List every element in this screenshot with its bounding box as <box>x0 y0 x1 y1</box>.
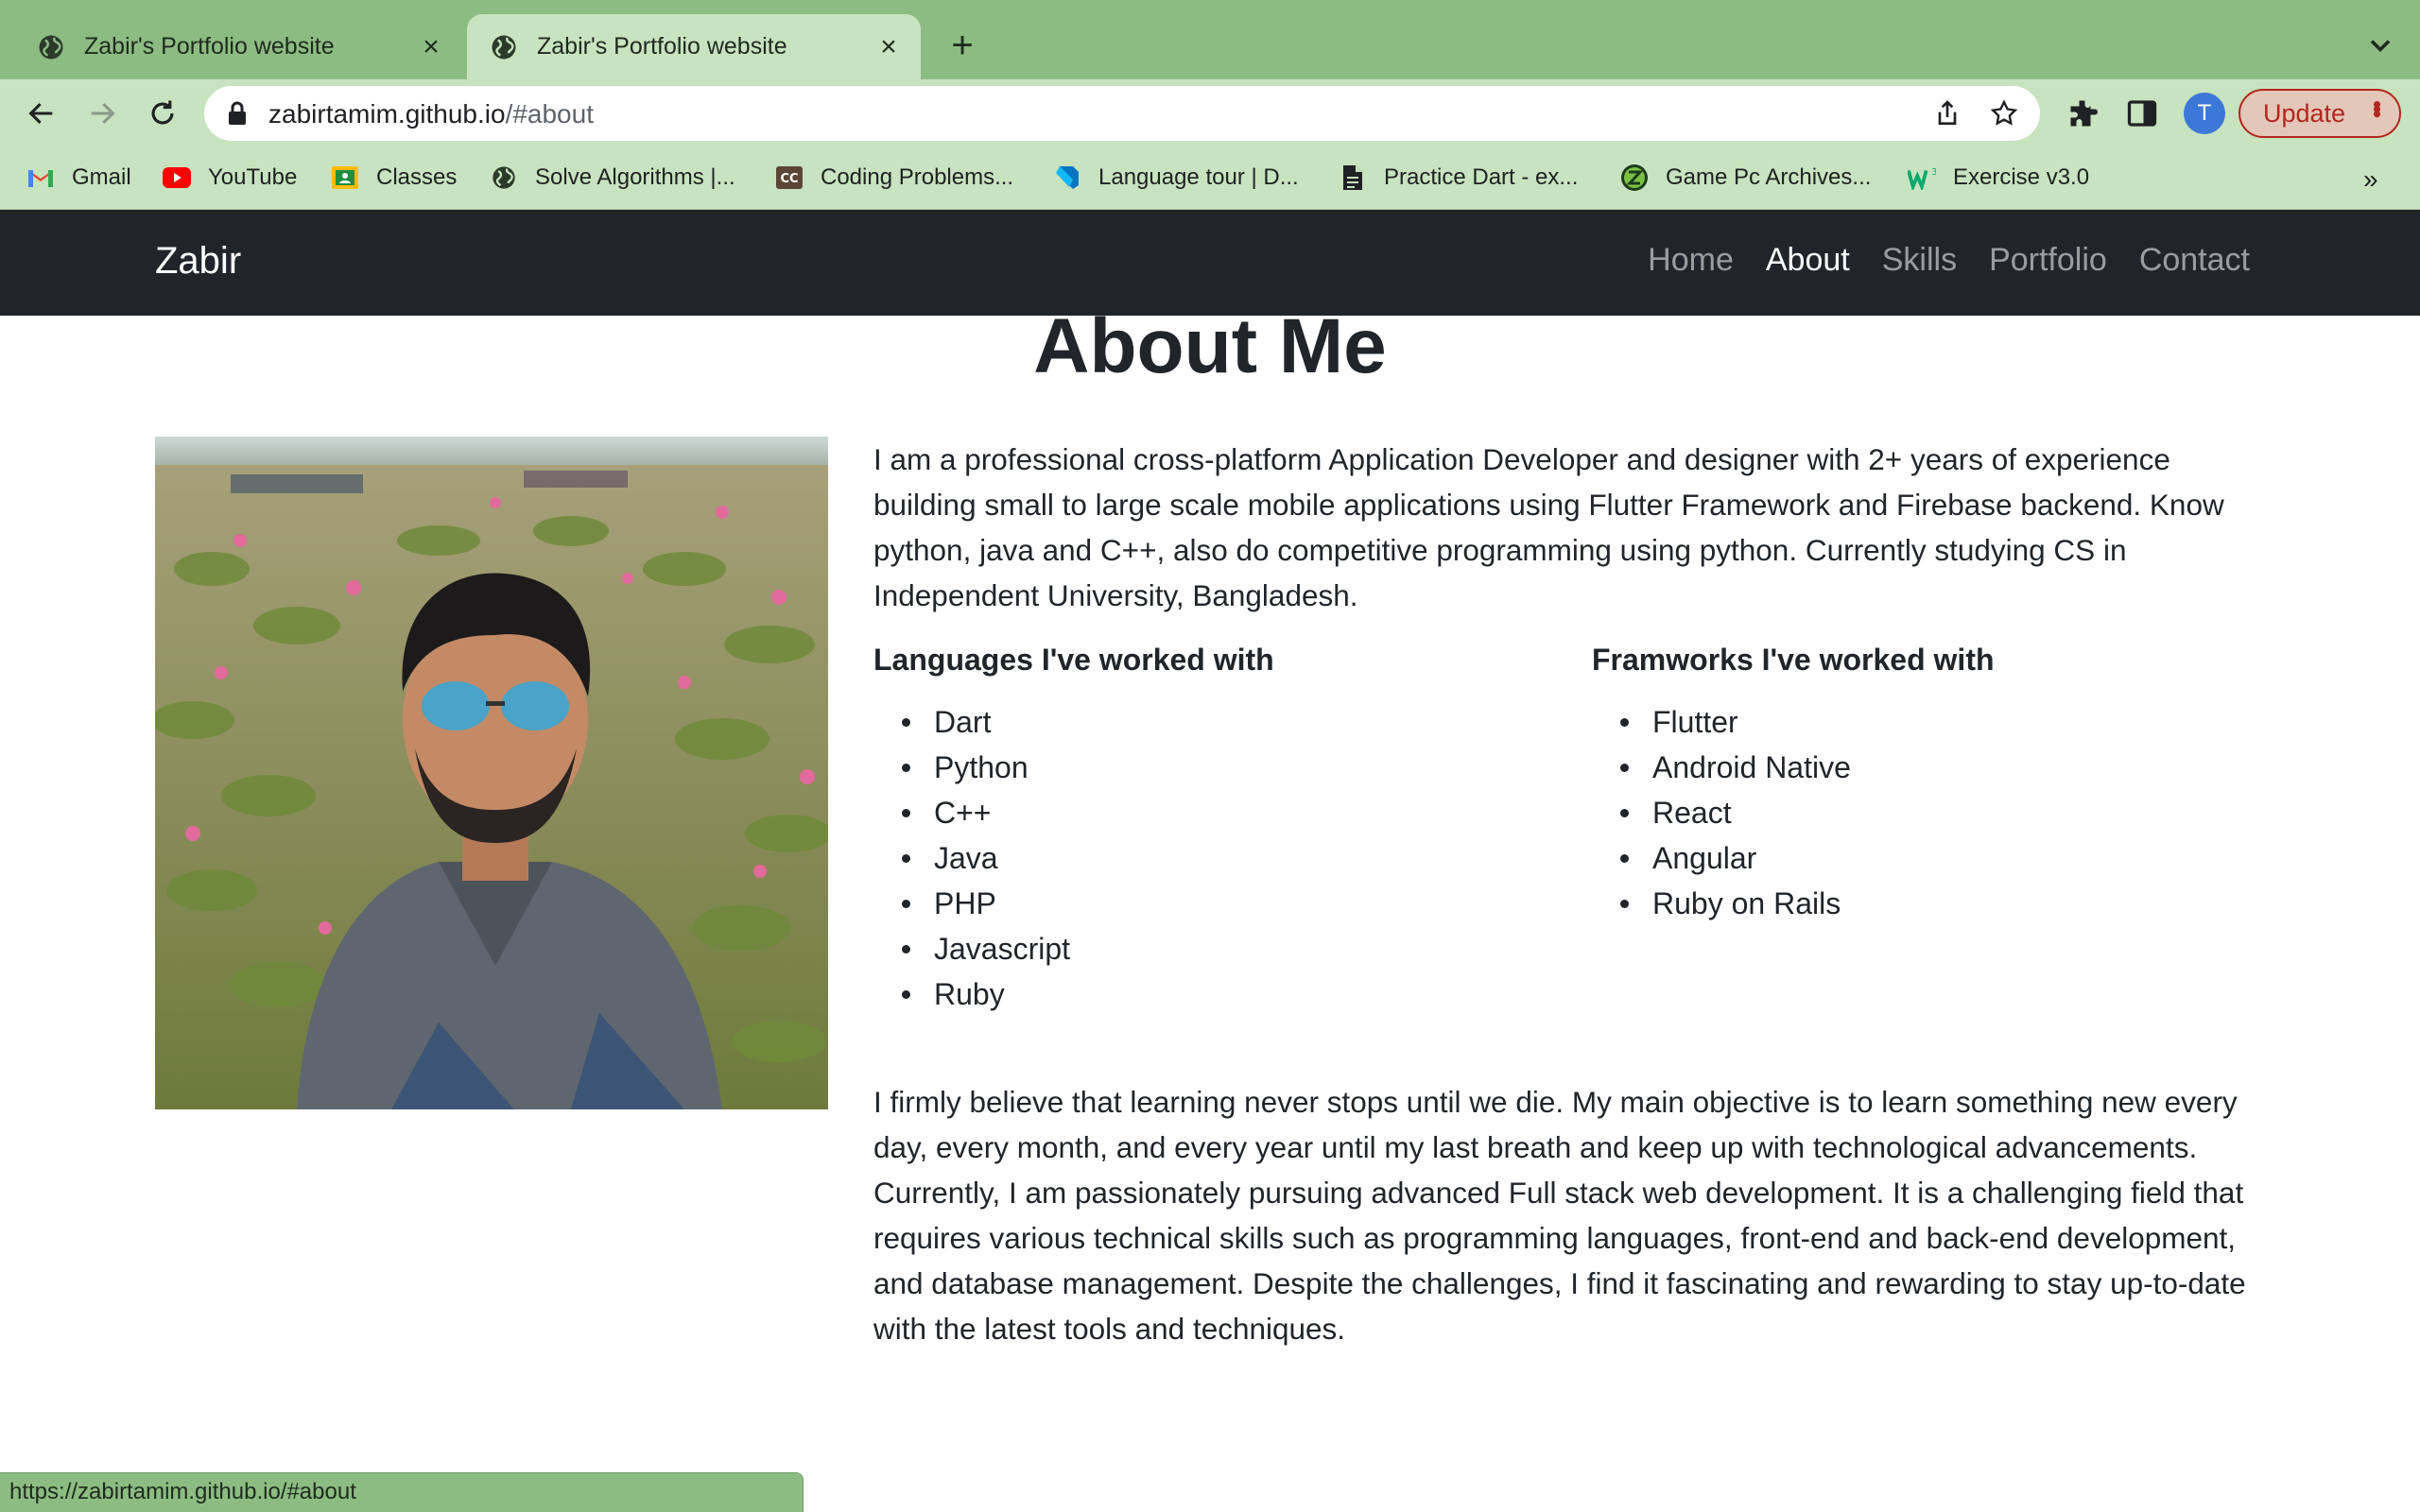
tab-title: Zabir's Portfolio website <box>537 33 787 60</box>
list-item: Flutter <box>1592 699 1851 745</box>
bookmark-label: Exercise v3.0 <box>1953 164 2090 190</box>
page-title: About Me <box>1033 303 1387 389</box>
globe-icon <box>490 163 518 192</box>
list-item: Ruby on Rails <box>1592 881 1851 926</box>
more-menu-icon[interactable]: ••• <box>2363 100 2392 114</box>
bookmark-classes[interactable]: Classes <box>331 161 457 195</box>
side-panel-icon[interactable] <box>2125 96 2159 130</box>
list-item: PHP <box>873 881 1070 926</box>
bookmark-coding-problems[interactable]: CC Coding Problems... <box>775 161 1013 195</box>
bookmark-game-pc-archives[interactable]: Game Pc Archives... <box>1620 161 1871 195</box>
globe-icon <box>492 35 516 59</box>
nav-link-contact[interactable]: Contact <box>2139 242 2250 279</box>
profile-photo <box>155 437 828 1109</box>
bookmark-gmail[interactable]: Gmail <box>26 161 131 195</box>
bookmark-practice-dart[interactable]: Practice Dart - ex... <box>1339 161 1578 195</box>
arrow-left-icon <box>28 102 53 125</box>
arrow-right-icon <box>91 102 115 125</box>
url-text: zabirtamim.github.io/#about <box>268 99 594 129</box>
bookmark-label: YouTube <box>208 164 298 190</box>
nav-link-portfolio[interactable]: Portfolio <box>1989 242 2107 279</box>
bookmark-exercise[interactable]: 3 Exercise v3.0 <box>1908 161 2089 195</box>
navbar-brand[interactable]: Zabir <box>155 240 241 283</box>
address-bar[interactable]: zabirtamim.github.io/#about <box>204 86 2040 141</box>
bookmark-language-tour[interactable]: Language tour | D... <box>1053 161 1299 195</box>
lock-icon <box>229 101 246 125</box>
list-item: Javascript <box>873 926 1070 971</box>
list-item: Ruby <box>873 971 1070 1017</box>
dart-icon <box>1053 163 1081 192</box>
languages-list: Dart Python C++ Java PHP Javascript Ruby <box>873 699 1070 1017</box>
nav-link-home[interactable]: Home <box>1648 242 1734 279</box>
bookmarks-bar: Gmail YouTube Classes Solve Algorithms |… <box>0 147 2420 210</box>
update-label: Update <box>2263 98 2346 128</box>
nav-link-about[interactable]: About <box>1766 242 1850 279</box>
classes-icon <box>331 163 359 192</box>
nav-link-skills[interactable]: Skills <box>1882 242 1957 279</box>
languages-title: Languages I've worked with <box>873 643 1274 677</box>
profile-avatar[interactable]: T <box>2184 93 2225 134</box>
extensions-icon[interactable] <box>2066 96 2100 130</box>
frameworks-list: Flutter Android Native React Angular Rub… <box>1592 699 1851 926</box>
navbar-links: Home About Skills Portfolio Contact <box>1648 242 2250 279</box>
gmail-icon <box>26 163 55 192</box>
document-icon <box>1339 163 1367 192</box>
tab-title: Zabir's Portfolio website <box>84 33 335 60</box>
share-icon[interactable] <box>1932 98 1962 129</box>
youtube-icon <box>163 163 191 192</box>
reload-button[interactable] <box>144 94 182 132</box>
tab-1[interactable]: Zabir's Portfolio website × <box>0 14 463 79</box>
chevron-down-icon[interactable] <box>2363 28 2397 62</box>
w3-icon: 3 <box>1908 163 1936 192</box>
z-logo-icon <box>1620 163 1649 192</box>
list-item: Android Native <box>1592 745 1851 790</box>
list-item: Python <box>873 745 1070 790</box>
tab-strip: Zabir's Portfolio website × Zabir's Port… <box>0 0 2420 79</box>
close-tab-icon[interactable]: × <box>412 28 450 66</box>
site-navbar: Zabir Home About Skills Portfolio Contac… <box>0 210 2420 316</box>
forward-button[interactable] <box>83 94 121 132</box>
bookmark-label: Solve Algorithms |... <box>535 164 735 190</box>
bookmark-label: Language tour | D... <box>1098 164 1299 190</box>
update-button[interactable]: Update ••• <box>2238 89 2401 138</box>
list-item: Dart <box>873 699 1070 745</box>
browser-toolbar: zabirtamim.github.io/#about T Update ••• <box>0 79 2420 147</box>
frameworks-title: Framworks I've worked with <box>1592 643 1995 677</box>
about-outro: I firmly believe that learning never sto… <box>873 1085 2246 1346</box>
close-tab-icon[interactable]: × <box>870 28 908 66</box>
bookmark-youtube[interactable]: YouTube <box>163 161 297 195</box>
list-item: Java <box>873 835 1070 881</box>
tab-2-active[interactable]: Zabir's Portfolio website × <box>467 14 921 79</box>
bookmark-label: Game Pc Archives... <box>1666 164 1872 190</box>
bookmarks-overflow-button[interactable]: » <box>2363 164 2378 195</box>
bookmark-label: Practice Dart - ex... <box>1384 164 1579 190</box>
svg-text:CC: CC <box>780 172 798 186</box>
bookmark-label: Classes <box>376 164 458 190</box>
bookmark-solve-algorithms[interactable]: Solve Algorithms |... <box>490 161 735 195</box>
globe-icon <box>39 35 63 59</box>
list-item: React <box>1592 790 1851 835</box>
bookmark-label: Gmail <box>72 164 131 190</box>
reload-icon <box>151 100 174 125</box>
svg-text:3: 3 <box>1931 167 1936 178</box>
status-url-bubble: https://zabirtamim.github.io/#about <box>0 1472 804 1512</box>
star-icon[interactable] <box>1989 98 2019 129</box>
list-item: C++ <box>873 790 1070 835</box>
bookmark-label: Coding Problems... <box>821 164 1014 190</box>
new-tab-button[interactable]: + <box>943 26 981 64</box>
back-button[interactable] <box>23 94 60 132</box>
list-item: Angular <box>1592 835 1851 881</box>
about-intro: I am a professional cross-platform Appli… <box>873 442 2224 612</box>
cc-icon: CC <box>775 163 804 192</box>
